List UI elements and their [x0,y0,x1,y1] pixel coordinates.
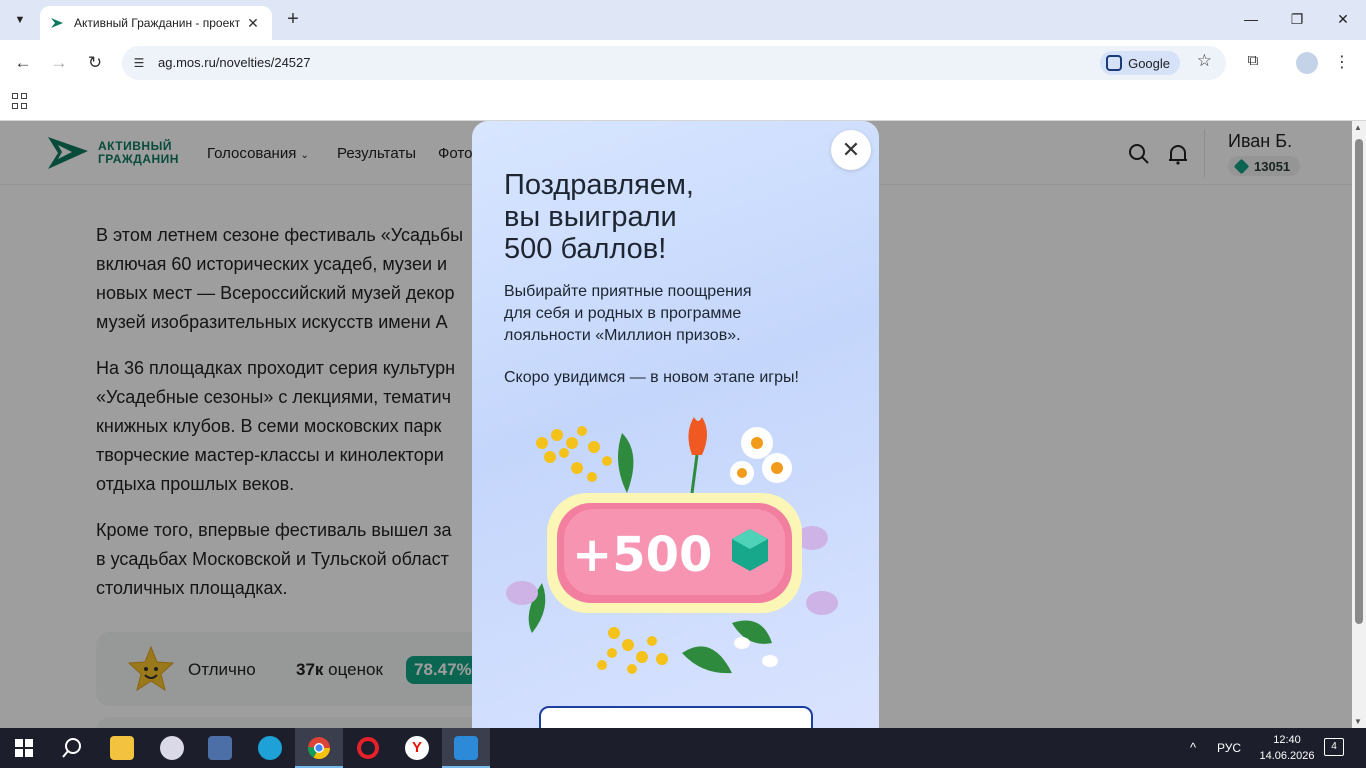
google-lens-button[interactable]: Google [1100,51,1180,75]
forward-arrow-icon[interactable]: → [48,52,70,74]
chevron-down-icon: ▼ [14,14,26,26]
prize-amount: +500 [572,527,712,583]
modal-description: Выбирайте приятные поощрения для себя и … [504,283,752,344]
notification-center-icon[interactable]: 4 [1324,738,1344,756]
modal-title: Поздравляем, вы выиграли 500 баллов! [504,169,694,265]
extensions-icon[interactable]: ⧉ [1242,52,1264,74]
opera-button[interactable] [344,728,392,768]
edge-button[interactable] [246,728,294,768]
chrome-button[interactable] [295,728,343,768]
clock-date: 14.06.2026 [1259,750,1315,762]
tray-expand-icon[interactable]: ^ [1190,740,1196,755]
new-tab-button[interactable]: + [282,8,304,30]
start-button[interactable] [0,728,48,768]
prize-modal: ✕ Поздравляем, вы выиграли 500 баллов! В… [472,121,879,728]
folder-icon [110,736,134,760]
window-close-icon[interactable]: ✕ [1332,8,1354,30]
browser-toolbar: ← → ↻ ☰ ag.mos.ru/novelties/24527 Google… [0,40,1366,86]
tab-title: Активный Гражданин - проект [74,16,241,30]
tab-close-icon[interactable]: ✕ [244,15,262,32]
opera-icon [357,737,379,759]
scroll-thumb[interactable] [1355,139,1363,624]
bookmarks-bar [0,86,1366,121]
search-icon [62,738,81,758]
apps-grid-icon[interactable] [12,93,28,109]
prize-illustration: +500 [506,417,838,674]
address-bar[interactable]: ☰ ag.mos.ru/novelties/24527 Google ☆ [122,46,1226,80]
clock[interactable]: 12:40 14.06.2026 [1256,732,1318,764]
calculator-button[interactable] [196,728,244,768]
edge-icon [258,736,282,760]
bookmark-star-icon[interactable]: ☆ [1197,51,1212,71]
reload-icon[interactable]: ↻ [84,52,106,74]
site-settings-icon[interactable]: ☰ [130,54,148,72]
url-text[interactable]: ag.mos.ru/novelties/24527 [158,55,310,70]
lens-icon [1106,55,1123,71]
restore-icon[interactable]: ❐ [1286,8,1308,30]
yandex-button[interactable]: Y [393,728,441,768]
browser-tab[interactable]: Активный Гражданин - проект ✕ [40,6,272,40]
windows-logo-icon [15,739,33,757]
photos-icon [454,736,478,760]
modal-next-text: Скоро увидимся — в новом этапе игры! [504,369,799,386]
modal-close-button[interactable]: ✕ [831,130,871,170]
scroll-down-icon[interactable]: ▼ [1354,717,1362,726]
modal-action-button[interactable] [539,706,813,728]
windows-taskbar: Y ^ РУС 12:40 14.06.2026 4 [0,728,1366,768]
clock-time: 12:40 [1273,734,1301,746]
app-button[interactable] [148,728,196,768]
yandex-icon: Y [405,736,429,760]
site-favicon-icon [51,18,63,28]
app-icon [160,736,184,760]
chrome-icon [308,737,330,759]
page-scrollbar[interactable]: ▲ ▼ [1352,121,1366,728]
photos-button[interactable] [442,728,490,768]
back-arrow-icon[interactable]: ← [12,52,34,74]
scroll-up-icon[interactable]: ▲ [1354,123,1362,132]
lens-label: Google [1128,55,1170,71]
taskbar-search-button[interactable] [48,728,96,768]
page-viewport: АКТИВНЫЙ ГРАЖДАНИН Голосования ⌄ Результ… [0,121,1352,728]
browser-menu-icon[interactable]: ⋮ [1334,52,1350,74]
file-explorer-button[interactable] [98,728,146,768]
profile-avatar[interactable] [1296,52,1318,74]
calculator-icon [208,736,232,760]
tab-search-button[interactable]: ▼ [6,6,34,34]
minimize-icon[interactable]: — [1240,8,1262,30]
browser-tab-strip: ▼ Активный Гражданин - проект ✕ + — ❐ ✕ [0,0,1366,40]
input-language[interactable]: РУС [1217,741,1241,755]
